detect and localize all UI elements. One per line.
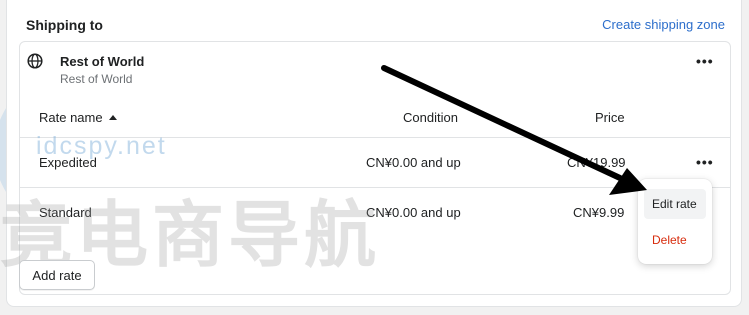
delete-rate-menu-item[interactable]: Delete <box>644 225 706 255</box>
column-header-label: Rate name <box>39 110 103 125</box>
column-header-condition: Condition <box>403 110 458 125</box>
create-shipping-zone-link[interactable]: Create shipping zone <box>602 17 725 32</box>
condition-cell: CN¥0.00 and up <box>366 205 461 220</box>
zone-more-actions-button[interactable]: ••• <box>696 53 714 69</box>
rate-more-actions-button[interactable]: ••• <box>696 154 714 170</box>
rate-name-cell: Expedited <box>39 155 97 170</box>
add-rate-button[interactable]: Add rate <box>19 260 95 290</box>
rate-actions-popover: Edit rate Delete <box>638 179 712 264</box>
sort-ascending-icon <box>108 115 117 120</box>
globe-icon <box>27 53 43 69</box>
zone-name: Rest of World <box>60 54 145 69</box>
table-divider <box>20 187 730 188</box>
section-title: Shipping to <box>26 17 103 33</box>
edit-rate-menu-item[interactable]: Edit rate <box>644 189 706 219</box>
column-header-rate-name[interactable]: Rate name <box>39 110 117 125</box>
price-cell: CN¥19.99 <box>567 155 626 170</box>
table-divider <box>20 137 730 138</box>
zone-countries: Rest of World <box>60 72 133 86</box>
condition-cell: CN¥0.00 and up <box>366 155 461 170</box>
rate-name-cell: Standard <box>39 205 92 220</box>
price-cell: CN¥9.99 <box>573 205 625 220</box>
column-header-price: Price <box>595 110 625 125</box>
shipping-zone-card: Shipping to Create shipping zone Rest of… <box>6 0 742 307</box>
